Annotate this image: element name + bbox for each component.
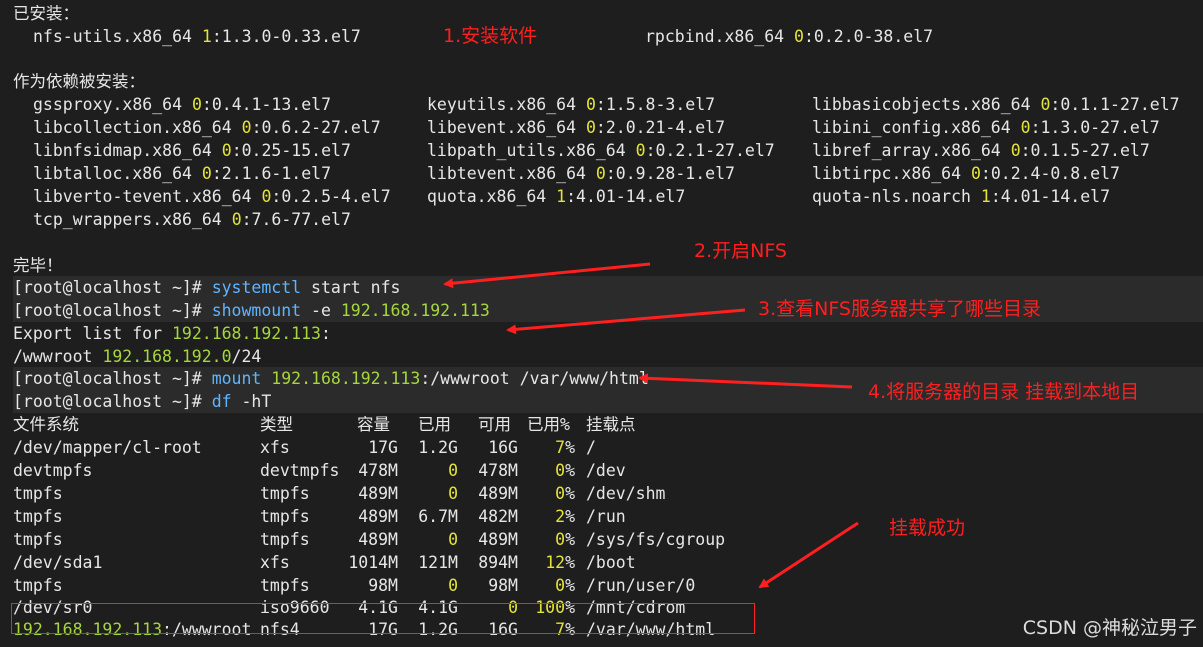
- arrow-step4: [638, 373, 853, 389]
- csdn-watermark: CSDN @神秘泣男子: [1022, 617, 1197, 639]
- arrow-step2: [443, 262, 651, 289]
- annotation-arrows: [443, 262, 859, 589]
- arrow-success: [758, 521, 859, 589]
- arrow-step3: [506, 308, 746, 335]
- terminal-window[interactable]: 已安装： nfs-utils.x86_64 1:1.3.0-0.33.el7 r…: [0, 0, 1203, 647]
